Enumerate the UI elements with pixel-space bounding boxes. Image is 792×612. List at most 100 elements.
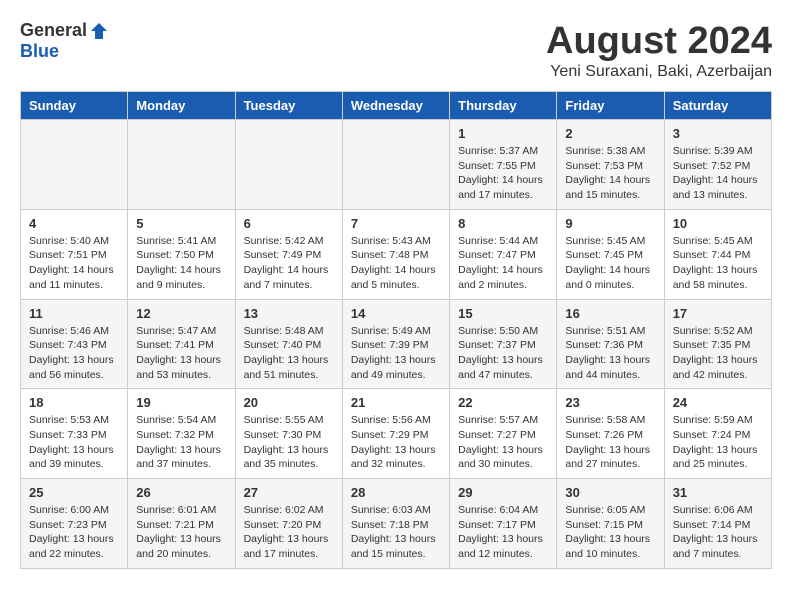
calendar-cell: 15 Sunrise: 5:50 AMSunset: 7:37 PMDayligh…: [450, 299, 557, 389]
calendar-cell: 17 Sunrise: 5:52 AMSunset: 7:35 PMDayligh…: [664, 299, 771, 389]
day-number: 26: [136, 485, 226, 500]
calendar-cell: 24Sunrise: 5:59 AMSunset: 7:24 PMDayligh…: [664, 389, 771, 479]
calendar-cell: 9 Sunrise: 5:45 AMSunset: 7:45 PMDaylight…: [557, 209, 664, 299]
week-row-3: 18 Sunrise: 5:53 AMSunset: 7:33 PMDayligh…: [21, 389, 772, 479]
calendar-cell: 1Sunrise: 5:37 AMSunset: 7:55 PMDaylight…: [450, 120, 557, 210]
calendar-cell: 29Sunrise: 6:04 AMSunset: 7:17 PMDayligh…: [450, 479, 557, 569]
logo: General Blue: [20, 20, 109, 62]
calendar-cell: 3 Sunrise: 5:39 AMSunset: 7:52 PMDaylight…: [664, 120, 771, 210]
day-number: 13: [244, 306, 334, 321]
day-number: 28: [351, 485, 441, 500]
page-header: General Blue August 2024 Yeni Suraxani, …: [20, 20, 772, 81]
logo-blue: Blue: [20, 41, 59, 62]
day-info: Sunrise: 5:54 AMSunset: 7:32 PMDaylight:…: [136, 413, 226, 472]
logo-general: General: [20, 20, 87, 41]
day-number: 27: [244, 485, 334, 500]
calendar-body: 1Sunrise: 5:37 AMSunset: 7:55 PMDaylight…: [21, 120, 772, 569]
calendar-header: SundayMondayTuesdayWednesdayThursdayFrid…: [21, 92, 772, 120]
day-number: 15: [458, 306, 548, 321]
day-info: Sunrise: 5:48 AMSunset: 7:40 PMDaylight:…: [244, 324, 334, 383]
day-number: 25: [29, 485, 119, 500]
calendar-cell: 12 Sunrise: 5:47 AMSunset: 7:41 PMDayligh…: [128, 299, 235, 389]
calendar-cell: 16 Sunrise: 5:51 AMSunset: 7:36 PMDayligh…: [557, 299, 664, 389]
day-number: 6: [244, 216, 334, 231]
day-info: Sunrise: 5:47 AMSunset: 7:41 PMDaylight:…: [136, 324, 226, 383]
day-info: Sunrise: 6:05 AMSunset: 7:15 PMDaylight:…: [565, 503, 655, 562]
day-number: 3: [673, 126, 763, 141]
day-number: 18: [29, 395, 119, 410]
day-info: Sunrise: 5:50 AMSunset: 7:37 PMDaylight:…: [458, 324, 548, 383]
day-info: Sunrise: 5:43 AMSunset: 7:48 PMDaylight:…: [351, 234, 441, 293]
weekday-header-row: SundayMondayTuesdayWednesdayThursdayFrid…: [21, 92, 772, 120]
day-info: Sunrise: 5:39 AMSunset: 7:52 PMDaylight:…: [673, 144, 763, 203]
day-info: Sunrise: 5:53 AMSunset: 7:33 PMDaylight:…: [29, 413, 119, 472]
day-info: Sunrise: 5:51 AMSunset: 7:36 PMDaylight:…: [565, 324, 655, 383]
calendar-cell: 28 Sunrise: 6:03 AMSunset: 7:18 PMDayligh…: [342, 479, 449, 569]
day-number: 19: [136, 395, 226, 410]
calendar-cell: 13 Sunrise: 5:48 AMSunset: 7:40 PMDayligh…: [235, 299, 342, 389]
calendar-cell: [235, 120, 342, 210]
location: Yeni Suraxani, Baki, Azerbaijan: [546, 63, 772, 81]
day-info: Sunrise: 5:44 AMSunset: 7:47 PMDaylight:…: [458, 234, 548, 293]
calendar-table: SundayMondayTuesdayWednesdayThursdayFrid…: [20, 91, 772, 569]
day-number: 12: [136, 306, 226, 321]
week-row-1: 4Sunrise: 5:40 AMSunset: 7:51 PMDaylight…: [21, 209, 772, 299]
week-row-0: 1Sunrise: 5:37 AMSunset: 7:55 PMDaylight…: [21, 120, 772, 210]
day-info: Sunrise: 5:55 AMSunset: 7:30 PMDaylight:…: [244, 413, 334, 472]
day-info: Sunrise: 5:45 AMSunset: 7:45 PMDaylight:…: [565, 234, 655, 293]
day-info: Sunrise: 6:04 AMSunset: 7:17 PMDaylight:…: [458, 503, 548, 562]
calendar-cell: 21Sunrise: 5:56 AMSunset: 7:29 PMDayligh…: [342, 389, 449, 479]
calendar-cell: [342, 120, 449, 210]
day-info: Sunrise: 5:37 AMSunset: 7:55 PMDaylight:…: [458, 144, 548, 203]
day-number: 10: [673, 216, 763, 231]
day-number: 7: [351, 216, 441, 231]
day-number: 4: [29, 216, 119, 231]
day-info: Sunrise: 6:00 AMSunset: 7:23 PMDaylight:…: [29, 503, 119, 562]
day-number: 5: [136, 216, 226, 231]
day-number: 16: [565, 306, 655, 321]
calendar-cell: 30 Sunrise: 6:05 AMSunset: 7:15 PMDayligh…: [557, 479, 664, 569]
day-info: Sunrise: 5:42 AMSunset: 7:49 PMDaylight:…: [244, 234, 334, 293]
day-number: 8: [458, 216, 548, 231]
weekday-header-wednesday: Wednesday: [342, 92, 449, 120]
calendar-cell: 22Sunrise: 5:57 AMSunset: 7:27 PMDayligh…: [450, 389, 557, 479]
calendar-cell: 26Sunrise: 6:01 AMSunset: 7:21 PMDayligh…: [128, 479, 235, 569]
day-info: Sunrise: 5:57 AMSunset: 7:27 PMDaylight:…: [458, 413, 548, 472]
logo-icon: [89, 21, 109, 41]
day-info: Sunrise: 5:59 AMSunset: 7:24 PMDaylight:…: [673, 413, 763, 472]
calendar-cell: 14Sunrise: 5:49 AMSunset: 7:39 PMDayligh…: [342, 299, 449, 389]
title-section: August 2024 Yeni Suraxani, Baki, Azerbai…: [546, 20, 772, 81]
month-title: August 2024: [546, 20, 772, 63]
day-number: 30: [565, 485, 655, 500]
calendar-cell: 23Sunrise: 5:58 AMSunset: 7:26 PMDayligh…: [557, 389, 664, 479]
day-number: 2: [565, 126, 655, 141]
day-number: 20: [244, 395, 334, 410]
day-info: Sunrise: 5:49 AMSunset: 7:39 PMDaylight:…: [351, 324, 441, 383]
weekday-header-tuesday: Tuesday: [235, 92, 342, 120]
day-number: 9: [565, 216, 655, 231]
calendar-cell: [21, 120, 128, 210]
calendar-cell: 25 Sunrise: 6:00 AMSunset: 7:23 PMDayligh…: [21, 479, 128, 569]
calendar-cell: 8 Sunrise: 5:44 AMSunset: 7:47 PMDaylight…: [450, 209, 557, 299]
day-info: Sunrise: 5:38 AMSunset: 7:53 PMDaylight:…: [565, 144, 655, 203]
day-info: Sunrise: 6:03 AMSunset: 7:18 PMDaylight:…: [351, 503, 441, 562]
calendar-cell: 11Sunrise: 5:46 AMSunset: 7:43 PMDayligh…: [21, 299, 128, 389]
calendar-cell: [128, 120, 235, 210]
weekday-header-sunday: Sunday: [21, 92, 128, 120]
week-row-4: 25 Sunrise: 6:00 AMSunset: 7:23 PMDayligh…: [21, 479, 772, 569]
calendar-cell: 18 Sunrise: 5:53 AMSunset: 7:33 PMDayligh…: [21, 389, 128, 479]
calendar-cell: 27 Sunrise: 6:02 AMSunset: 7:20 PMDayligh…: [235, 479, 342, 569]
weekday-header-friday: Friday: [557, 92, 664, 120]
day-info: Sunrise: 5:56 AMSunset: 7:29 PMDaylight:…: [351, 413, 441, 472]
day-number: 17: [673, 306, 763, 321]
calendar-cell: 6 Sunrise: 5:42 AMSunset: 7:49 PMDaylight…: [235, 209, 342, 299]
calendar-cell: 2 Sunrise: 5:38 AMSunset: 7:53 PMDaylight…: [557, 120, 664, 210]
weekday-header-saturday: Saturday: [664, 92, 771, 120]
day-number: 23: [565, 395, 655, 410]
calendar-cell: 7 Sunrise: 5:43 AMSunset: 7:48 PMDaylight…: [342, 209, 449, 299]
week-row-2: 11Sunrise: 5:46 AMSunset: 7:43 PMDayligh…: [21, 299, 772, 389]
calendar-cell: 5Sunrise: 5:41 AMSunset: 7:50 PMDaylight…: [128, 209, 235, 299]
calendar-cell: 4Sunrise: 5:40 AMSunset: 7:51 PMDaylight…: [21, 209, 128, 299]
day-info: Sunrise: 5:52 AMSunset: 7:35 PMDaylight:…: [673, 324, 763, 383]
day-info: Sunrise: 6:02 AMSunset: 7:20 PMDaylight:…: [244, 503, 334, 562]
